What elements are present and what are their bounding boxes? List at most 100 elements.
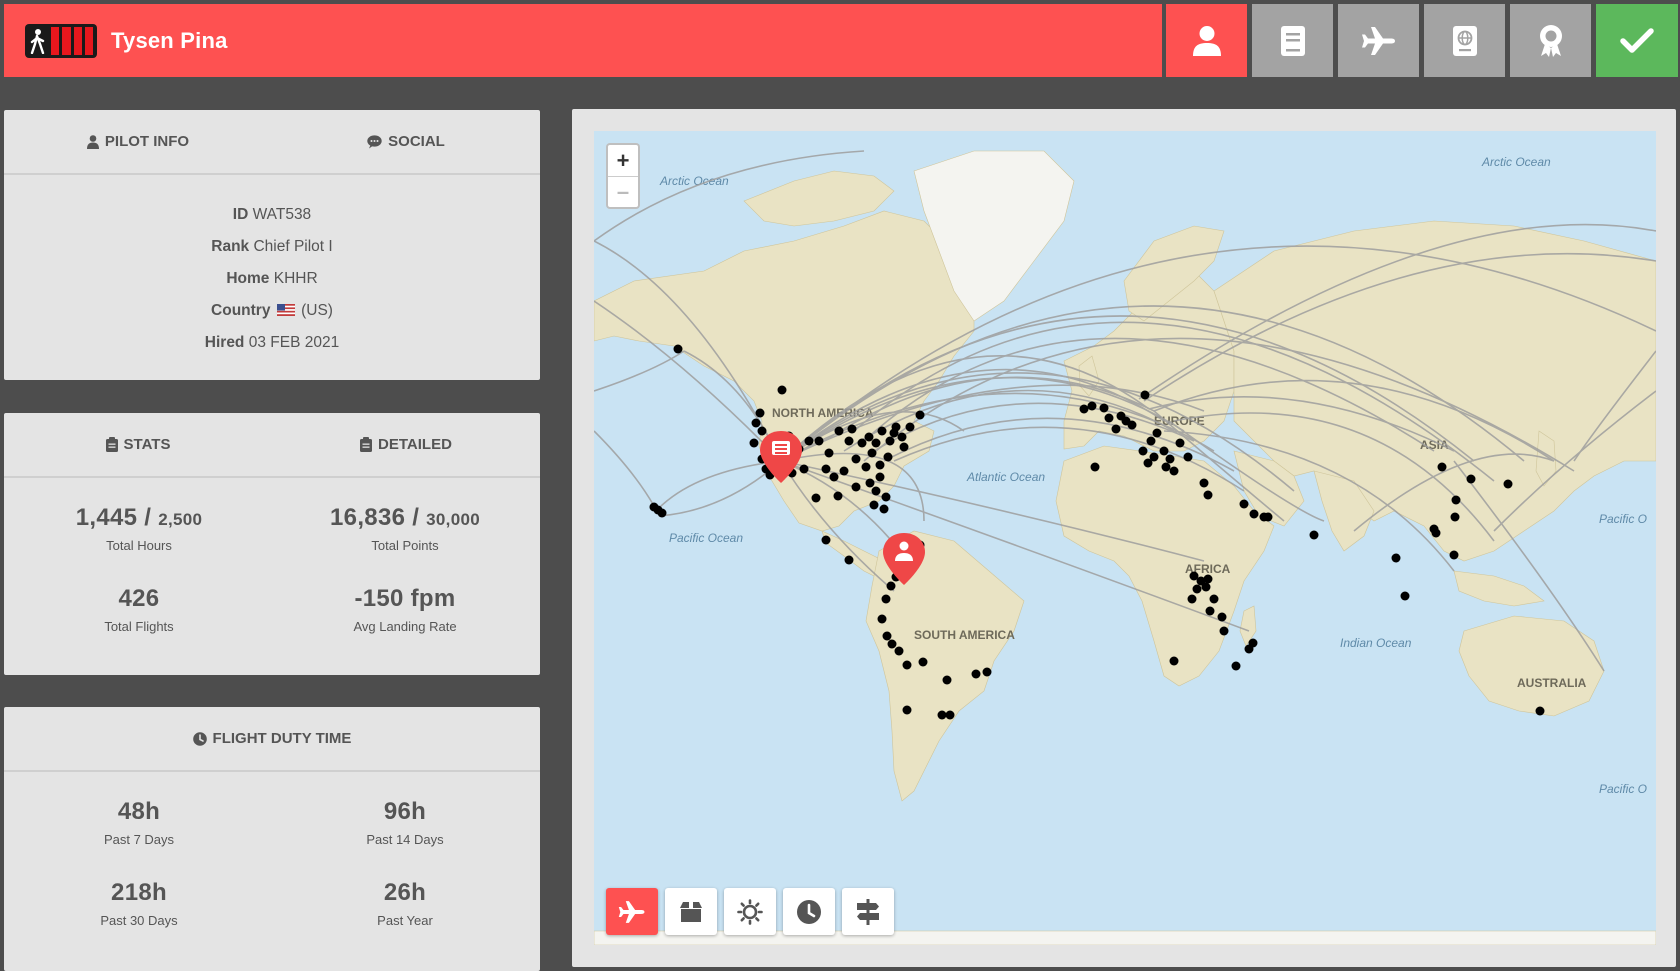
airline-logo [25, 23, 97, 58]
map-label-pacific-ocean-2: Pacific O [1599, 512, 1647, 526]
total-hours-stat: 1,445 / 2,500 Total Hours [6, 504, 272, 553]
box-icon [680, 901, 702, 922]
duty-14-days-value: 96h [383, 798, 427, 825]
pilot-info-panel: PILOT INFO SOCIAL ID WAT538 Rank Chief P… [4, 110, 540, 380]
flight-duty-title: FLIGHT DUTY TIME [4, 707, 540, 770]
map-label-indian-ocean: Indian Ocean [1340, 636, 1412, 650]
total-flights-value: 426 [118, 585, 160, 612]
passport-icon [1452, 25, 1477, 56]
check-icon [1620, 27, 1654, 53]
total-points-label: Total Points [371, 538, 439, 553]
map-tool-weather-button[interactable] [724, 888, 776, 935]
total-points-goal: 30,000 [426, 510, 480, 529]
clipboard-icon [360, 437, 373, 452]
pilot-rank-label: Rank [211, 238, 250, 255]
map-tool-time-button[interactable] [783, 888, 835, 935]
duty-year-label: Past Year [377, 913, 433, 928]
pilot-country-row: Country (US) [4, 295, 540, 327]
pilot-home-label: Home [226, 270, 270, 287]
duty-7-days-stat: 48h Past 7 Days [6, 798, 272, 847]
flight-duty-panel: FLIGHT DUTY TIME 48h Past 7 Days 96h Pas… [4, 707, 540, 971]
user-icon [1192, 25, 1221, 56]
signpost-icon [857, 898, 879, 925]
map-tool-flights-button[interactable] [606, 888, 658, 935]
duty-7-days-value: 48h [117, 798, 161, 825]
africa-land [1055, 445, 1275, 687]
tab-pilot-info-label: PILOT INFO [104, 133, 190, 150]
pilot-hired-label: Hired [204, 334, 245, 351]
flight-duty-title-label: FLIGHT DUTY TIME [212, 730, 352, 747]
duty-7-days-label: Past 7 Days [103, 832, 175, 847]
duty-30-days-label: Past 30 Days [100, 913, 178, 928]
landing-rate-value: -150 fpm [354, 585, 456, 612]
landing-rate-stat: -150 fpm Avg Landing Rate [272, 585, 538, 634]
map-label-pacific-ocean-3: Pacific O [1599, 782, 1647, 796]
tab-stats[interactable]: STATS [4, 413, 272, 476]
total-hours-goal: 2,500 [158, 510, 203, 529]
tab-social[interactable]: SOCIAL [272, 110, 540, 173]
route-map[interactable]: Arctic Ocean Arctic Ocean Atlantic Ocean… [594, 131, 1656, 945]
tab-detailed[interactable]: DETAILED [272, 413, 540, 476]
map-label-europe: EUROPE [1154, 414, 1205, 428]
map-label-south-america: SOUTH AMERICA [914, 628, 1015, 642]
header-bar: Tysen Pina [4, 4, 1162, 77]
map-label-pacific-ocean-1: Pacific Ocean [669, 531, 743, 545]
plane-icon [1361, 26, 1395, 55]
pilot-home-value: KHHR [273, 270, 318, 287]
total-flights-stat: 426 Total Flights [6, 585, 272, 634]
pilot-id-value: WAT538 [252, 206, 312, 223]
nav-profile-button[interactable] [1166, 4, 1247, 77]
pilot-country-label: Country [211, 302, 271, 319]
total-hours-label: Total Hours [106, 538, 172, 553]
pilot-hired-row: Hired 03 FEB 2021 [4, 327, 540, 359]
map-label-atlantic-ocean: Atlantic Ocean [966, 470, 1045, 484]
duty-year-value: 26h [383, 879, 427, 906]
map-tool-routes-button[interactable] [842, 888, 894, 935]
walker-icon [25, 24, 51, 58]
zoom-control: + – [606, 143, 640, 209]
chat-icon [367, 134, 382, 148]
user-icon [86, 134, 99, 149]
total-flights-label: Total Flights [104, 619, 174, 634]
total-points-value: 16,836 / [330, 504, 420, 531]
tab-social-label: SOCIAL [388, 133, 445, 150]
nav-passport-button[interactable] [1424, 4, 1505, 77]
duty-14-days-stat: 96h Past 14 Days [272, 798, 538, 847]
clock-icon [797, 899, 821, 924]
stats-panel: STATS DETAILED 1,445 / 2,500 Total Hours… [4, 413, 540, 675]
tab-detailed-label: DETAILED [378, 436, 452, 453]
landing-rate-label: Avg Landing Rate [353, 619, 457, 634]
pilot-name: Tysen Pina [111, 27, 228, 53]
nav-logbook-button[interactable] [1252, 4, 1333, 77]
tab-stats-label: STATS [123, 436, 171, 453]
us-flag-icon [276, 304, 295, 316]
pilot-home-row: Home KHHR [4, 263, 540, 295]
book-icon [1280, 25, 1305, 56]
pilot-hired-value: 03 FEB 2021 [248, 334, 340, 351]
map-label-arctic-ocean-2: Arctic Ocean [1481, 155, 1551, 169]
plane-icon [618, 900, 645, 923]
australia-land [1458, 615, 1605, 717]
total-points-stat: 16,836 / 30,000 Total Points [272, 504, 538, 553]
zoom-in-button[interactable]: + [608, 145, 638, 176]
map-tool-cargo-button[interactable] [665, 888, 717, 935]
world-map: Arctic Ocean Arctic Ocean Atlantic Ocean… [594, 150, 1656, 945]
duty-30-days-stat: 218h Past 30 Days [6, 879, 272, 928]
south-america-land [865, 530, 1025, 802]
map-toolbar [606, 888, 894, 935]
duty-14-days-label: Past 14 Days [366, 832, 444, 847]
route-map-panel: Arctic Ocean Arctic Ocean Atlantic Ocean… [572, 109, 1676, 967]
weather-icon [737, 898, 763, 925]
clock-icon [192, 731, 207, 746]
tab-pilot-info[interactable]: PILOT INFO [4, 110, 272, 173]
pilot-country-value: (US) [301, 302, 333, 319]
duty-30-days-value: 218h [111, 879, 167, 906]
southeast-asia-land [1453, 570, 1545, 607]
nav-awards-button[interactable] [1510, 4, 1591, 77]
confirm-button[interactable] [1596, 4, 1678, 77]
clipboard-icon [105, 437, 118, 452]
zoom-out-button[interactable]: – [608, 176, 638, 207]
pilot-id-label: ID [232, 206, 249, 223]
nav-flights-button[interactable] [1338, 4, 1419, 77]
duty-year-stat: 26h Past Year [272, 879, 538, 928]
